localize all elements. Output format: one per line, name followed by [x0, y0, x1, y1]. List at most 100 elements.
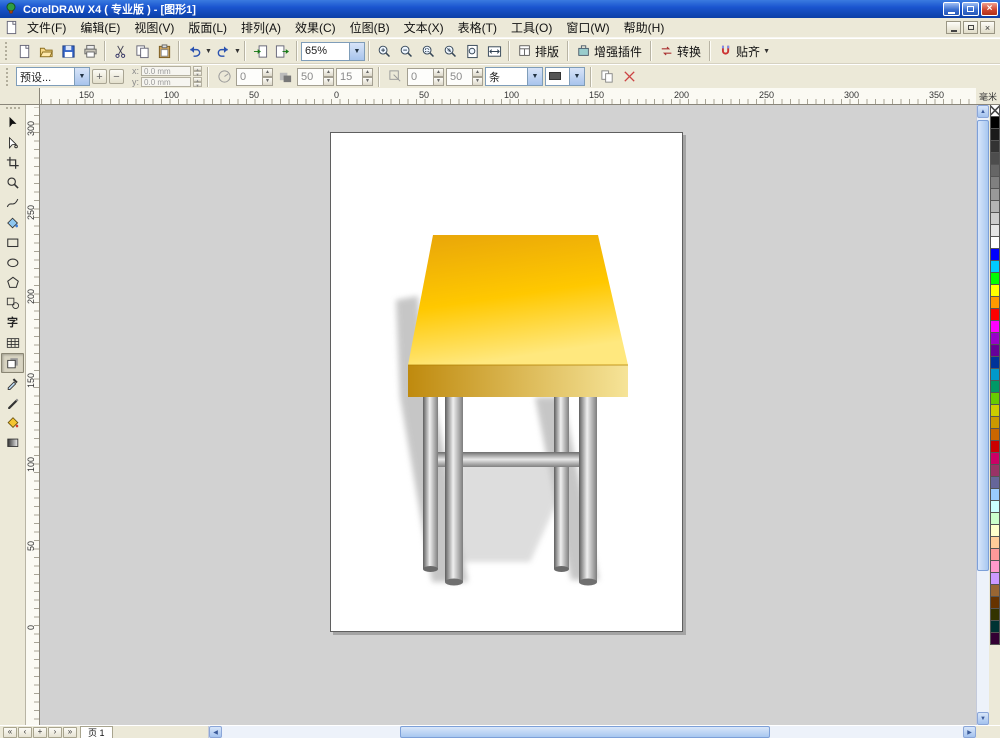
offset-y-spinner[interactable]: ▲ ▼ — [193, 77, 203, 88]
tool-freehand[interactable] — [1, 193, 24, 213]
zoom-to-selection-button[interactable] — [417, 40, 439, 62]
shadow-direction-icon[interactable] — [385, 67, 405, 87]
offset-x-spinner[interactable]: ▲ ▼ — [193, 66, 203, 77]
plugins-button[interactable]: 增强插件 — [572, 40, 647, 62]
shadow-fade-spinner[interactable]: ▲ ▼ — [433, 67, 445, 86]
cut-button[interactable] — [109, 40, 131, 62]
shadow-stretch-spinner[interactable]: ▲ ▼ — [472, 67, 484, 86]
tool-outline-pen[interactable] — [1, 393, 24, 413]
shadow-angle-field[interactable]: 0 — [236, 67, 263, 86]
menu-item-9[interactable]: 工具(O) — [504, 17, 559, 38]
convert-button[interactable]: 转换 — [655, 40, 706, 62]
zoom-to-fit-button[interactable] — [439, 40, 461, 62]
snap-button[interactable]: 贴齐 ▼ — [714, 40, 775, 62]
shadow-color-combo[interactable]: ▼ — [545, 67, 586, 86]
shadow-opacity-field[interactable]: 50 — [297, 67, 324, 86]
add-preset-button[interactable]: + — [92, 69, 107, 84]
menu-item-8[interactable]: 表格(T) — [451, 17, 504, 38]
tool-interactive-fill[interactable] — [1, 433, 24, 453]
offset-y-field[interactable]: 0.0 mm — [141, 77, 192, 87]
tool-crop[interactable] — [1, 153, 24, 173]
vertical-scroll-track[interactable] — [977, 118, 989, 712]
copy-properties-icon[interactable] — [597, 67, 617, 87]
shadow-fade-field[interactable]: 0 — [407, 67, 434, 86]
shadow-feather-field[interactable]: 15 — [336, 67, 363, 86]
zoom-to-page-button[interactable] — [461, 40, 483, 62]
print-button[interactable] — [79, 40, 101, 62]
last-page-button[interactable]: » — [63, 726, 77, 738]
add-page-button[interactable]: + — [33, 726, 47, 738]
shadow-angle-spinner[interactable]: ▲ ▼ — [262, 67, 274, 86]
page-tab[interactable]: 页 1 — [80, 726, 113, 738]
scroll-down-icon[interactable]: ▼ — [977, 712, 989, 725]
ruler-origin-corner[interactable] — [0, 88, 40, 105]
menu-item-2[interactable]: 视图(V) — [127, 17, 181, 38]
shadow-opacity-spinner[interactable]: ▲ ▼ — [323, 67, 335, 86]
tool-smart-fill[interactable] — [1, 213, 24, 233]
menu-item-10[interactable]: 窗口(W) — [559, 17, 616, 38]
mdi-restore-button[interactable] — [963, 21, 978, 34]
delete-preset-button[interactable]: − — [109, 69, 124, 84]
tool-interactive-drop-shadow[interactable] — [1, 353, 24, 373]
snap-dropdown-icon[interactable]: ▼ — [763, 48, 770, 55]
toolbar-gripper[interactable] — [5, 42, 10, 60]
tool-zoom[interactable] — [1, 173, 24, 193]
scroll-left-icon[interactable]: ◀ — [209, 726, 222, 738]
menu-item-7[interactable]: 文本(X) — [397, 17, 451, 38]
menu-item-4[interactable]: 排列(A) — [234, 17, 288, 38]
save-button[interactable] — [57, 40, 79, 62]
stool-top[interactable] — [408, 235, 628, 365]
preset-combo[interactable]: 预设... ▼ — [16, 67, 90, 86]
tool-table[interactable] — [1, 333, 24, 353]
horizontal-scroll-track[interactable] — [222, 726, 963, 738]
tool-polygon[interactable] — [1, 273, 24, 293]
toolbox-gripper[interactable] — [5, 107, 20, 111]
palette-color-44[interactable] — [989, 632, 1000, 645]
chevron-down-icon[interactable]: ▼ — [527, 68, 543, 85]
chevron-down-icon[interactable]: ▼ — [569, 68, 585, 85]
tool-rectangle[interactable] — [1, 233, 24, 253]
open-button[interactable] — [35, 40, 57, 62]
zoom-to-width-button[interactable] — [483, 40, 505, 62]
redo-dropdown-icon[interactable]: ▼ — [234, 48, 241, 55]
mdi-minimize-button[interactable] — [946, 21, 961, 34]
minimize-button[interactable] — [943, 2, 960, 16]
paste-button[interactable] — [153, 40, 175, 62]
new-button[interactable] — [13, 40, 35, 62]
zoom-level-combo[interactable]: 65% ▼ — [301, 41, 365, 61]
menu-item-11[interactable]: 帮助(H) — [617, 17, 672, 38]
first-page-button[interactable]: « — [3, 726, 17, 738]
drawing-canvas[interactable] — [40, 105, 976, 725]
undo-button[interactable] — [183, 40, 205, 62]
zoom-in-button[interactable] — [373, 40, 395, 62]
shadow-stretch-field[interactable]: 50 — [446, 67, 473, 86]
stool-apron[interactable] — [408, 365, 628, 397]
redo-button[interactable] — [212, 40, 234, 62]
clear-effect-icon[interactable] — [619, 67, 639, 87]
menu-item-6[interactable]: 位图(B) — [343, 17, 397, 38]
tool-basic-shapes[interactable] — [1, 293, 24, 313]
undo-dropdown-icon[interactable]: ▼ — [205, 48, 212, 55]
menu-item-1[interactable]: 编辑(E) — [73, 17, 127, 38]
mdi-close-button[interactable]: × — [980, 21, 995, 34]
tool-fill[interactable] — [1, 413, 24, 433]
propbar-gripper[interactable] — [6, 67, 11, 86]
scroll-right-icon[interactable]: ▶ — [963, 726, 976, 738]
scroll-up-icon[interactable]: ▲ — [977, 105, 989, 118]
export-button[interactable] — [271, 40, 293, 62]
horizontal-scroll-thumb[interactable] — [399, 726, 771, 738]
tool-pick[interactable] — [1, 113, 24, 133]
horizontal-ruler[interactable]: 150 100 50 0 50 100 150 200 250 300 350 — [40, 88, 976, 105]
tool-eyedropper[interactable] — [1, 373, 24, 393]
menu-item-5[interactable]: 效果(C) — [288, 17, 343, 38]
shadow-edge-combo[interactable]: 条 ▼ — [485, 67, 544, 86]
shadow-feather-spinner[interactable]: ▲ ▼ — [362, 67, 374, 86]
layout-button[interactable]: 排版 — [513, 40, 564, 62]
next-page-button[interactable]: › — [48, 726, 62, 738]
tool-shape[interactable] — [1, 133, 24, 153]
vertical-scroll-thumb[interactable] — [977, 120, 989, 572]
menu-item-3[interactable]: 版面(L) — [181, 17, 234, 38]
zoom-out-button[interactable] — [395, 40, 417, 62]
tool-ellipse[interactable] — [1, 253, 24, 273]
chevron-down-icon[interactable]: ▼ — [74, 68, 89, 85]
